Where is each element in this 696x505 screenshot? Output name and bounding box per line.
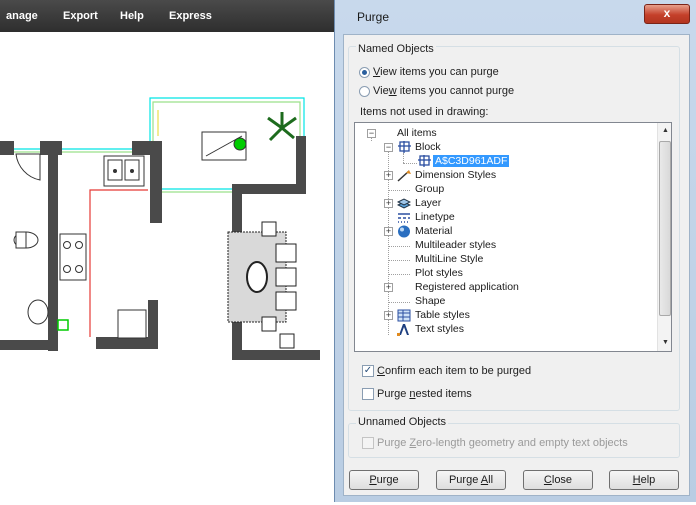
tree-row-dimension-styles[interactable]: + Dimension Styles: [355, 169, 655, 183]
tree-row-material[interactable]: + Material: [355, 225, 655, 239]
tree-row-linetype[interactable]: Linetype: [355, 211, 655, 225]
material-icon: [398, 225, 410, 238]
tree-row-block[interactable]: − Block: [355, 141, 655, 155]
tree-row-shape[interactable]: Shape: [355, 295, 655, 309]
linetype-icon: [398, 213, 410, 223]
tree-row-table-styles[interactable]: + Table styles: [355, 309, 655, 323]
purge-tree[interactable]: − All items − Block A$C3D961ADF + Dimens…: [354, 122, 672, 352]
menu-export[interactable]: Export: [63, 10, 98, 22]
view-cannot-purge-radio[interactable]: [359, 86, 370, 97]
tree-guide: [388, 246, 410, 247]
expand-icon[interactable]: +: [384, 199, 393, 208]
tree-row-registered-application[interactable]: + Registered application: [355, 281, 655, 295]
view-can-purge-radio[interactable]: [359, 67, 370, 78]
confirm-each-item-label[interactable]: Confirm each item to be purged: [377, 365, 531, 377]
tree-row-layer[interactable]: + Layer: [355, 197, 655, 211]
block-icon: [398, 141, 411, 153]
purge-nested-label[interactable]: Purge nested items: [377, 388, 472, 400]
expand-icon[interactable]: +: [384, 283, 393, 292]
collapse-icon[interactable]: −: [384, 143, 393, 152]
tree-guide: [388, 190, 410, 191]
block-icon: [418, 155, 431, 167]
expand-icon[interactable]: +: [384, 227, 393, 236]
scroll-down-icon[interactable]: ▼: [658, 335, 671, 350]
help-button[interactable]: Help: [609, 470, 679, 490]
collapse-icon[interactable]: −: [367, 129, 376, 138]
tree-row-block-item[interactable]: A$C3D961ADF: [355, 155, 655, 169]
tree-row-all-items[interactable]: − All items: [355, 127, 655, 141]
tree-row-multileader-styles[interactable]: Multileader styles: [355, 239, 655, 253]
scroll-up-icon[interactable]: ▲: [658, 123, 671, 138]
dialog-title: Purge: [357, 10, 390, 24]
tree-guide: [388, 302, 410, 303]
drawing-canvas[interactable]: [0, 32, 334, 502]
tree-row-group[interactable]: Group: [355, 183, 655, 197]
menu-express[interactable]: Express: [169, 10, 212, 22]
tree-row-plot-styles[interactable]: Plot styles: [355, 267, 655, 281]
tree-scrollbar[interactable]: ▲ ▼: [657, 123, 671, 351]
close-button[interactable]: Close: [523, 470, 593, 490]
view-cannot-purge-label[interactable]: View items you cannot purge: [373, 85, 514, 97]
layer-icon: [397, 198, 411, 209]
view-can-purge-label[interactable]: View items you can purge: [373, 66, 499, 78]
purge-button[interactable]: Purge: [349, 470, 419, 490]
menu-manage[interactable]: anage: [6, 10, 38, 22]
purge-zero-length-label[interactable]: Purge Zero-length geometry and empty tex…: [377, 437, 628, 449]
menu-bar: anage Export Help Express: [0, 0, 334, 32]
purge-nested-checkbox[interactable]: [362, 388, 374, 400]
expand-icon[interactable]: +: [384, 171, 393, 180]
confirm-each-item-checkbox[interactable]: ✓: [362, 365, 374, 377]
tree-guide: [388, 274, 410, 275]
purge-zero-length-checkbox[interactable]: [362, 437, 374, 449]
dimension-icon: [397, 170, 411, 182]
tree-row-text-styles[interactable]: Text styles: [355, 323, 655, 337]
purge-all-button[interactable]: Purge All: [436, 470, 506, 490]
unnamed-objects-label: Unnamed Objects: [356, 416, 449, 428]
tree-caption: Items not used in drawing:: [360, 106, 489, 118]
close-icon: x: [663, 6, 671, 20]
tree-guide: [388, 260, 410, 261]
scroll-thumb[interactable]: [659, 141, 671, 316]
floor-plan: [0, 97, 320, 360]
expand-icon[interactable]: +: [384, 311, 393, 320]
table-icon: [397, 309, 411, 322]
close-window-button[interactable]: x: [644, 4, 690, 24]
text-style-icon: [397, 324, 409, 336]
selected-tree-item: A$C3D961ADF: [433, 155, 510, 167]
tree-row-multiline-style[interactable]: MultiLine Style: [355, 253, 655, 267]
named-objects-label: Named Objects: [356, 43, 436, 55]
menu-help[interactable]: Help: [120, 10, 144, 22]
